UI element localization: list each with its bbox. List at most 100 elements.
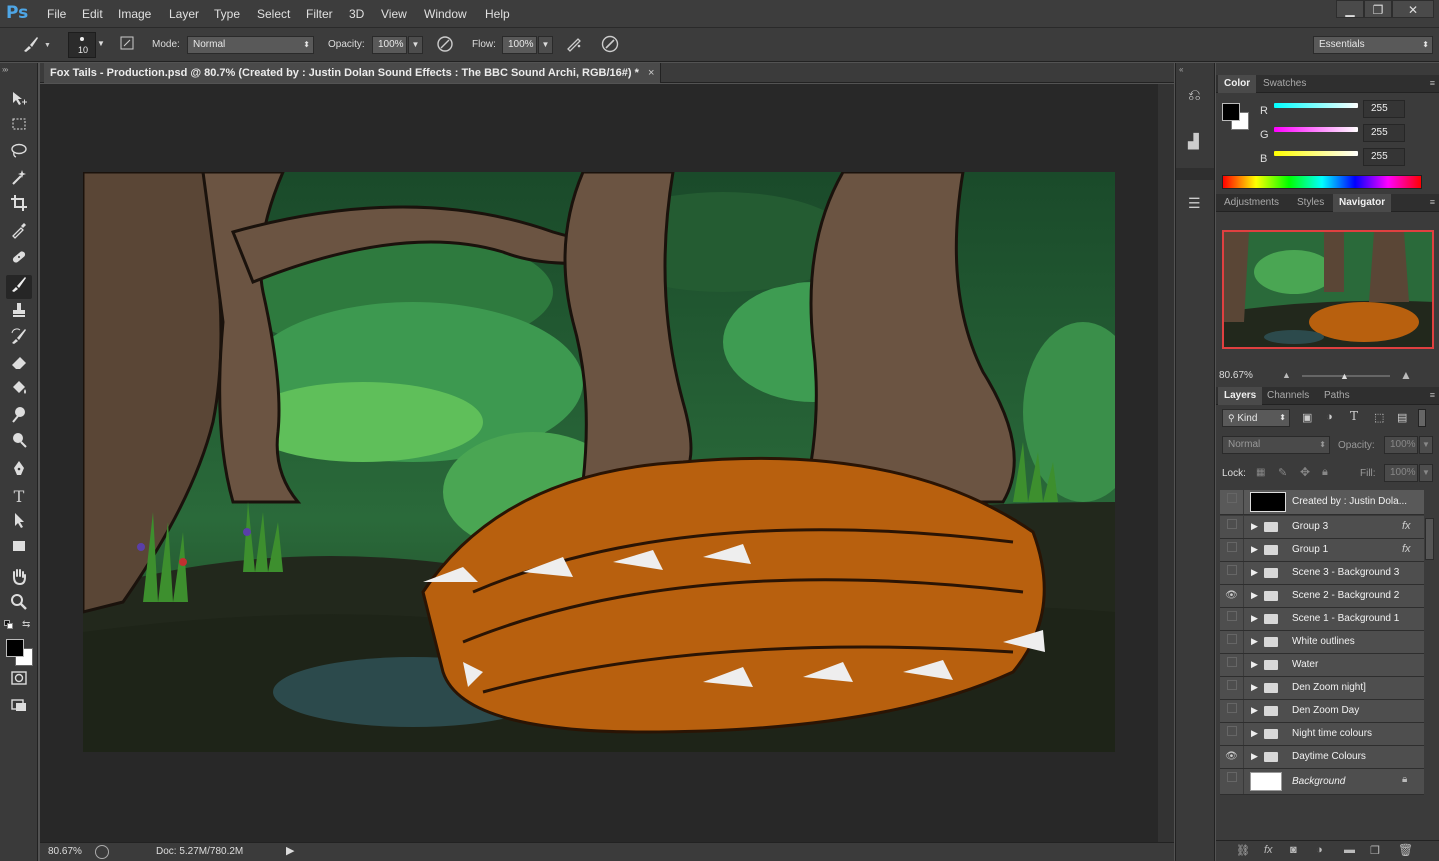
tab-paths[interactable]: Paths [1318, 387, 1356, 405]
dodge-tool-icon[interactable] [6, 431, 32, 455]
layer-row[interactable]: ▶ Den Zoom Day [1220, 700, 1424, 723]
brush-tool-icon[interactable] [6, 275, 32, 299]
layer-name[interactable]: Daytime Colours [1292, 746, 1366, 768]
layer-name[interactable]: Background [1292, 769, 1345, 794]
red-slider[interactable] [1274, 103, 1358, 108]
layer-row[interactable]: ▶ Night time colours [1220, 723, 1424, 746]
layer-row[interactable]: ▶ Group 1 fx [1220, 539, 1424, 562]
menu-view[interactable]: View [381, 7, 407, 21]
red-value-input[interactable]: 255 [1363, 100, 1405, 118]
layer-name[interactable]: White outlines [1292, 631, 1355, 653]
history-panel-icon[interactable]: ⎌ [1188, 87, 1201, 105]
layer-row[interactable]: 👁︎ ▶ Daytime Colours [1220, 746, 1424, 769]
layer-row[interactable]: Created by : Justin Dola... [1220, 490, 1424, 515]
screen-mode-icon[interactable] [6, 696, 32, 720]
layer-name[interactable]: Den Zoom Day [1292, 700, 1359, 722]
opacity-input[interactable]: 100% [372, 36, 407, 54]
hand-tool-icon[interactable] [6, 567, 32, 591]
panel-menu-icon[interactable]: ≡ [1430, 197, 1435, 207]
brush-picker-arrow-icon[interactable]: ▼ [96, 36, 106, 54]
expand-group-icon[interactable]: ▶ [1251, 751, 1258, 762]
filter-type-icon[interactable]: T [1350, 409, 1358, 423]
quick-mask-icon[interactable] [6, 669, 32, 693]
green-slider[interactable] [1274, 127, 1358, 132]
layer-name[interactable]: Den Zoom night] [1292, 677, 1366, 699]
zoom-in-mountain-icon[interactable]: ▲ [1400, 368, 1412, 382]
type-tool-icon[interactable]: T [6, 485, 32, 509]
expand-group-icon[interactable]: ▶ [1251, 567, 1258, 578]
document-canvas[interactable] [81, 170, 1143, 752]
pen-tool-icon[interactable] [6, 459, 32, 483]
brush-panel-toggle-icon[interactable] [116, 34, 138, 56]
layer-filter-kind-select[interactable]: ⚲ Kind ⬍ [1222, 409, 1290, 427]
menu-file[interactable]: File [47, 7, 66, 21]
filter-smart-object-icon[interactable]: ▤ [1397, 411, 1407, 424]
layer-name[interactable]: Created by : Justin Dola... [1292, 490, 1407, 514]
lock-all-icon[interactable]: 🔒︎ [1322, 466, 1328, 479]
color-spectrum-ramp[interactable] [1222, 175, 1422, 189]
layer-visibility-toggle[interactable] [1220, 516, 1244, 538]
filter-shape-icon[interactable]: ⬚ [1374, 411, 1384, 424]
layer-visibility-toggle[interactable] [1220, 539, 1244, 561]
properties-panel-icon[interactable]: ☰ [1188, 195, 1201, 212]
zoom-out-mountain-icon[interactable]: ▲ [1282, 370, 1291, 380]
navigator-zoom-value[interactable]: 80.67% [1219, 370, 1253, 381]
mode-select[interactable]: Normal ⬍ [187, 36, 314, 54]
collapse-icon[interactable]: « [1179, 65, 1183, 74]
menu-help[interactable]: Help [485, 7, 510, 21]
green-value-input[interactable]: 255 [1363, 124, 1405, 142]
expand-group-icon[interactable]: ▶ [1251, 521, 1258, 532]
menu-window[interactable]: Window [424, 7, 467, 21]
flow-input[interactable]: 100% [502, 36, 537, 54]
add-layer-style-icon[interactable]: fx [1264, 844, 1273, 856]
layer-visibility-toggle[interactable] [1220, 700, 1244, 722]
lock-transparent-icon[interactable]: ▦ [1256, 467, 1265, 478]
brush-size-picker[interactable]: 10 [68, 32, 96, 58]
layer-name[interactable]: Group 1 [1292, 539, 1328, 561]
layer-name[interactable]: Scene 3 - Background 3 [1292, 562, 1399, 584]
trash-icon[interactable]: 🗑︎ [1398, 843, 1413, 857]
expand-group-icon[interactable]: ▶ [1251, 682, 1258, 693]
new-adjustment-layer-icon[interactable]: ◑ [1316, 844, 1323, 856]
workspace-select[interactable]: Essentials ⬍ [1313, 36, 1433, 54]
blend-mode-select[interactable]: Normal ⬍ [1222, 436, 1330, 454]
lock-position-icon[interactable]: ✥ [1300, 465, 1310, 479]
layer-visibility-toggle[interactable] [1220, 677, 1244, 699]
link-layers-icon[interactable]: ⛓︎ [1236, 844, 1250, 857]
flow-dropdown-icon[interactable]: ▼ [538, 36, 553, 54]
chevron-down-icon[interactable]: ▼ [44, 42, 51, 49]
menu-3d[interactable]: 3D [349, 7, 364, 21]
tab-swatches[interactable]: Swatches [1257, 75, 1312, 93]
layer-row[interactable]: Background 🔒︎ [1220, 769, 1424, 795]
menu-layer[interactable]: Layer [169, 7, 199, 21]
layer-name[interactable]: Group 3 [1292, 516, 1328, 538]
close-tab-icon[interactable]: × [648, 67, 654, 79]
tab-styles[interactable]: Styles [1291, 194, 1330, 212]
clone-stamp-tool-icon[interactable] [6, 301, 32, 325]
layer-effects-icon[interactable]: fx [1402, 520, 1411, 532]
eye-icon[interactable]: 👁︎ [1220, 746, 1244, 768]
history-brush-tool-icon[interactable] [6, 327, 32, 351]
layers-scrollbar[interactable] [1425, 518, 1434, 560]
smudge-tool-icon[interactable] [6, 405, 32, 429]
lock-paint-icon[interactable]: ✎ [1278, 466, 1287, 479]
expand-group-icon[interactable]: ▶ [1251, 659, 1258, 670]
minimize-button[interactable]: ▁ [1336, 0, 1364, 18]
expand-group-icon[interactable]: ▶ [1251, 590, 1258, 601]
add-mask-icon[interactable]: ◙ [1290, 844, 1297, 856]
histogram-panel-icon[interactable]: ▟ [1188, 133, 1199, 150]
paint-bucket-tool-icon[interactable] [6, 379, 32, 403]
rectangle-tool-icon[interactable] [6, 537, 32, 561]
menu-filter[interactable]: Filter [306, 7, 333, 21]
layer-row[interactable]: ▶ Scene 3 - Background 3 [1220, 562, 1424, 585]
panel-menu-icon[interactable]: ≡ [1430, 78, 1435, 88]
blue-slider[interactable] [1274, 151, 1358, 156]
expand-group-icon[interactable]: ▶ [1251, 544, 1258, 555]
expand-group-icon[interactable]: ▶ [1251, 636, 1258, 647]
foreground-color-swatch[interactable] [6, 639, 24, 657]
menu-edit[interactable]: Edit [82, 7, 103, 21]
menu-select[interactable]: Select [257, 7, 290, 21]
layer-visibility-toggle[interactable] [1220, 490, 1244, 514]
layer-name[interactable]: Scene 1 - Background 1 [1292, 608, 1399, 630]
layer-visibility-toggle[interactable] [1220, 769, 1244, 794]
